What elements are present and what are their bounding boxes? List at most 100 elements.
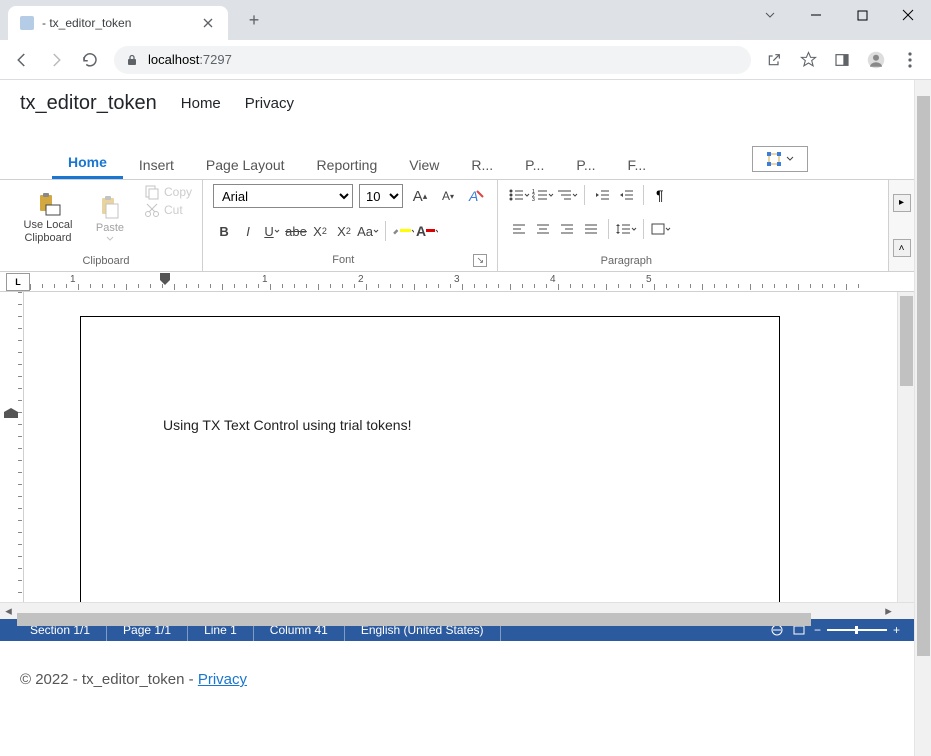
clear-format-button[interactable]: A [465, 185, 487, 207]
outdent-button[interactable] [591, 184, 613, 206]
minimize-button[interactable] [793, 0, 839, 30]
bold-button[interactable]: B [213, 220, 235, 242]
close-button[interactable] [885, 0, 931, 30]
editor-vertical-scrollbar[interactable] [897, 292, 914, 602]
document-canvas[interactable]: Using TX Text Control using trial tokens… [24, 292, 897, 602]
ribbon-tab-home[interactable]: Home [52, 146, 123, 179]
chevron-down-icon [106, 236, 114, 241]
case-button[interactable]: Aa [357, 220, 379, 242]
url-text: localhost:7297 [148, 52, 232, 67]
align-left-button[interactable] [508, 218, 530, 240]
profile-avatar-icon[interactable] [867, 51, 885, 69]
back-button[interactable] [12, 50, 32, 70]
page-favicon-icon [20, 16, 34, 30]
bookmark-star-icon[interactable] [799, 51, 817, 69]
highlight-button[interactable] [392, 220, 414, 242]
bullets-button[interactable] [508, 184, 530, 206]
ribbon-tab-page-layout[interactable]: Page Layout [190, 149, 301, 179]
page-viewport: tx_editor_token Home Privacy Home Insert… [0, 80, 931, 756]
clipboard-icon [34, 193, 62, 217]
grow-font-button[interactable]: A▴ [409, 185, 431, 207]
browser-chrome: - tx_editor_token + localhost:7297 [0, 0, 931, 80]
horizontal-ruler[interactable]: L 1 1 2 3 4 5 [0, 272, 914, 292]
ribbon-overflow: ▸ ˄ [888, 180, 914, 271]
strike-button[interactable]: abe [285, 220, 307, 242]
para-marks-button[interactable]: ¶ [650, 184, 672, 206]
vertical-ruler[interactable] [0, 292, 24, 602]
browser-tab[interactable]: - tx_editor_token [8, 6, 228, 40]
reload-button[interactable] [80, 50, 100, 70]
font-color-button[interactable]: A [416, 220, 438, 242]
ribbon-tabs: Home Insert Page Layout Reporting View R… [0, 142, 914, 180]
footer-privacy-link[interactable]: Privacy [198, 671, 247, 688]
multilevel-button[interactable] [556, 184, 578, 206]
align-right-button[interactable] [556, 218, 578, 240]
ribbon-tab-insert[interactable]: Insert [123, 149, 190, 179]
cut-button[interactable]: Cut [144, 202, 192, 218]
ribbon-tab-reporting[interactable]: Reporting [301, 149, 394, 179]
paste-icon [96, 196, 124, 220]
ribbon-tab-f[interactable]: F... [612, 149, 663, 179]
zoom-out-button[interactable]: − [814, 623, 821, 637]
document-text[interactable]: Using TX Text Control using trial tokens… [163, 417, 412, 433]
chevron-down-icon [786, 156, 794, 162]
use-local-clipboard-button[interactable]: Use LocalClipboard [20, 184, 76, 253]
scroll-right-button[interactable]: ▸ [893, 194, 911, 212]
numbering-button[interactable]: 123 [532, 184, 554, 206]
document-page: Using TX Text Control using trial tokens… [80, 316, 780, 602]
copy-button[interactable]: Copy [144, 184, 192, 200]
svg-text:¶: ¶ [656, 188, 664, 202]
font-family-select[interactable]: Arial [213, 184, 353, 208]
editor: Home Insert Page Layout Reporting View R… [0, 126, 914, 641]
site-nav: tx_editor_token Home Privacy [0, 80, 914, 126]
address-bar: localhost:7297 [0, 40, 931, 80]
underline-button[interactable]: U [261, 220, 283, 242]
brand[interactable]: tx_editor_token [20, 92, 157, 115]
superscript-button[interactable]: X2 [333, 220, 355, 242]
scroll-left-button[interactable]: ◂ [0, 603, 17, 620]
collapse-button[interactable]: ˄ [893, 239, 911, 257]
indent-button[interactable] [615, 184, 637, 206]
side-panel-icon[interactable] [833, 51, 851, 69]
group-label: Font ↘ [213, 252, 487, 269]
ribbon-group-font: Arial 10 A▴ A▾ A B I U abe X2 X2 [203, 180, 498, 271]
group-label: Clipboard [20, 253, 192, 269]
group-label: Paragraph [508, 253, 672, 269]
font-size-select[interactable]: 10 [359, 184, 403, 208]
ribbon-tab-view[interactable]: View [393, 149, 455, 179]
svg-text:3: 3 [532, 197, 535, 202]
scroll-right-button[interactable]: ▸ [880, 603, 897, 620]
borders-button[interactable] [650, 218, 672, 240]
page-vertical-scrollbar[interactable] [914, 80, 931, 756]
shrink-font-button[interactable]: A▾ [437, 185, 459, 207]
new-tab-button[interactable]: + [240, 6, 268, 34]
svg-text:A: A [468, 188, 478, 204]
menu-dots-icon[interactable] [901, 51, 919, 69]
zoom-in-button[interactable]: + [893, 623, 900, 637]
share-icon[interactable] [765, 51, 783, 69]
nav-privacy[interactable]: Privacy [245, 95, 294, 112]
tab-close-icon[interactable] [200, 15, 216, 31]
cut-icon [144, 202, 160, 218]
ribbon-tab-p2[interactable]: P... [560, 149, 611, 179]
ribbon-tab-p1[interactable]: P... [509, 149, 560, 179]
url-field[interactable]: localhost:7297 [114, 46, 751, 74]
zoom-control[interactable]: − + [814, 623, 900, 637]
dropdown-icon[interactable] [747, 0, 793, 30]
page-footer: © 2022 - tx_editor_token - Privacy [0, 641, 914, 718]
line-spacing-button[interactable] [615, 218, 637, 240]
justify-button[interactable] [580, 218, 602, 240]
maximize-button[interactable] [839, 0, 885, 30]
tab-selector[interactable]: L [6, 273, 30, 291]
ribbon-tab-r[interactable]: R... [455, 149, 509, 179]
layout-toggle[interactable] [752, 146, 808, 172]
indent-marker-icon[interactable] [4, 408, 18, 418]
italic-button[interactable]: I [237, 220, 259, 242]
subscript-button[interactable]: X2 [309, 220, 331, 242]
editor-horizontal-scrollbar[interactable]: ◂ ▸ [0, 602, 914, 619]
align-center-button[interactable] [532, 218, 554, 240]
copy-icon [144, 184, 160, 200]
nav-home[interactable]: Home [181, 95, 221, 112]
forward-button[interactable] [46, 50, 66, 70]
paste-button[interactable]: Paste [82, 184, 138, 253]
